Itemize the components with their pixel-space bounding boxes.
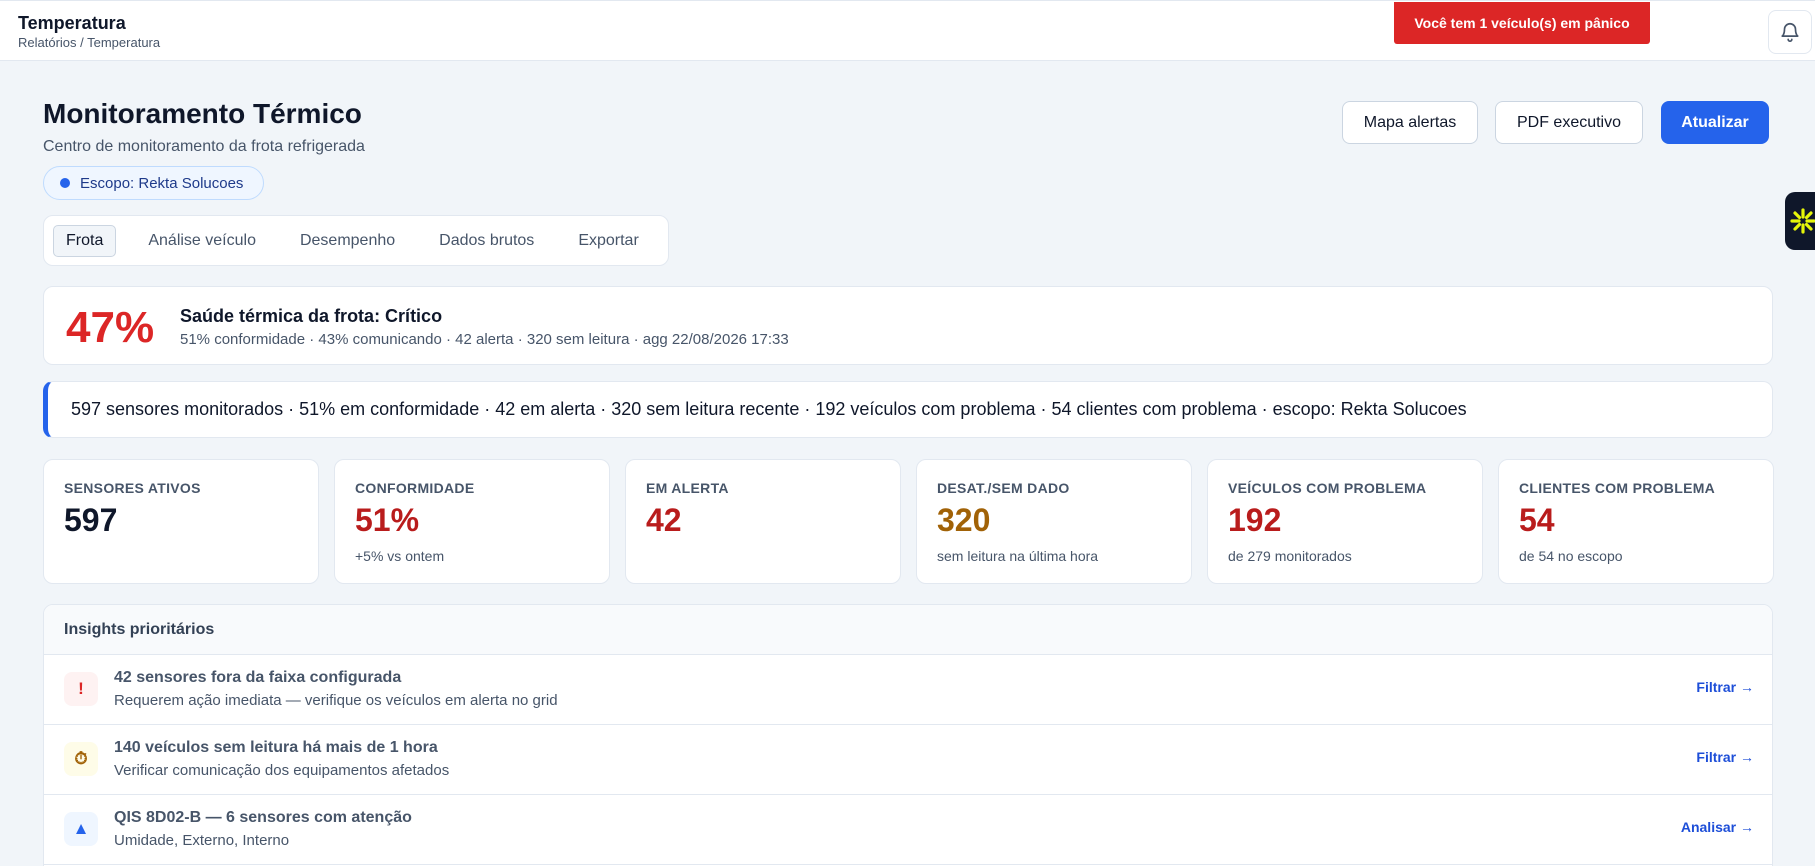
assistant-widget-button[interactable]	[1785, 192, 1815, 250]
insight-description: Umidade, Externo, Interno	[114, 832, 290, 849]
kpi-sub: +5% vs ontem	[355, 548, 445, 564]
refresh-button[interactable]: Atualizar	[1661, 101, 1769, 144]
tab-bar: Frota Análise veículo Desempenho Dados b…	[43, 215, 669, 266]
kpi-card-vehicles-problem[interactable]: VEÍCULOS COM PROBLEMA 192 de 279 monitor…	[1207, 459, 1483, 584]
kpi-value: 42	[646, 502, 682, 538]
insight-analyze-link[interactable]: Analisar →	[1681, 819, 1754, 835]
insight-filter-link[interactable]: Filtrar →	[1696, 749, 1754, 765]
kpi-label: DESAT./SEM DADO	[937, 480, 1070, 496]
scope-badge[interactable]: Escopo: Rekta Solucoes	[43, 166, 265, 200]
sparkle-icon	[1790, 208, 1815, 234]
fleet-health-card: 47% Saúde térmica da frota: Crítico 51% …	[43, 286, 1773, 365]
kpi-value: 597	[64, 502, 118, 538]
kpi-card-no-data[interactable]: DESAT./SEM DADO 320 sem leitura na últim…	[916, 459, 1192, 584]
insight-title: 140 veículos sem leitura há mais de 1 ho…	[114, 739, 438, 756]
app-title: Temperatura	[18, 13, 126, 33]
insights-panel: Insights prioritários ! 42 sensores fora…	[43, 604, 1773, 866]
kpi-sub: sem leitura na última hora	[937, 548, 1099, 564]
kpi-label: CONFORMIDADE	[355, 480, 475, 496]
insight-description: Requerem ação imediata — verifique os ve…	[114, 692, 558, 709]
map-alerts-button[interactable]: Mapa alertas	[1342, 101, 1478, 144]
health-title: Saúde térmica da frota: Crítico	[180, 306, 443, 326]
kpi-value: 320	[937, 502, 991, 538]
kpi-card-in-alert[interactable]: EM ALERTA 42	[625, 459, 901, 584]
insight-row: ▲ QIS 8D02-B — 6 sensores com atenção Um…	[44, 795, 1772, 865]
kpi-value: 51%	[355, 502, 420, 538]
health-details: 51% conformidade · 43% comunicando · 42 …	[180, 331, 789, 348]
insight-description: Verificar comunicação dos equipamentos a…	[114, 762, 450, 779]
kpi-card-clients-problem[interactable]: CLIENTES COM PROBLEMA 54 de 54 no escopo	[1498, 459, 1774, 584]
tab-frota[interactable]: Frota	[53, 224, 117, 257]
kpi-sub: de 54 no escopo	[1519, 548, 1623, 564]
kpi-card-active-sensors[interactable]: SENSORES ATIVOS 597	[43, 459, 319, 584]
tab-analise-veiculo[interactable]: Análise veículo	[136, 226, 268, 256]
tab-exportar[interactable]: Exportar	[566, 226, 650, 256]
breadcrumb[interactable]: Relatórios / Temperatura	[18, 35, 160, 50]
kpi-value: 54	[1519, 502, 1555, 538]
insight-filter-link[interactable]: Filtrar →	[1696, 679, 1754, 695]
kpi-sub: de 279 monitorados	[1228, 548, 1352, 564]
kpi-label: EM ALERTA	[646, 480, 729, 496]
stopwatch-icon: ⏱	[64, 742, 98, 776]
top-bar: Temperatura Relatórios / Temperatura Voc…	[0, 0, 1815, 61]
exclamation-icon: !	[64, 672, 98, 706]
insight-title: 42 sensores fora da faixa configurada	[114, 669, 402, 686]
insight-row: ⏱ 140 veículos sem leitura há mais de 1 …	[44, 725, 1772, 795]
page-subtitle: Centro de monitoramento da frota refrige…	[43, 138, 365, 155]
scope-label: Escopo: Rekta Solucoes	[80, 174, 244, 192]
scope-dot-icon	[60, 178, 70, 188]
notifications-button[interactable]	[1768, 10, 1812, 54]
tab-desempenho[interactable]: Desempenho	[288, 226, 407, 256]
pdf-executive-button[interactable]: PDF executivo	[1495, 101, 1643, 144]
kpi-label: VEÍCULOS COM PROBLEMA	[1228, 480, 1427, 496]
kpi-label: CLIENTES COM PROBLEMA	[1519, 480, 1716, 496]
tab-dados-brutos[interactable]: Dados brutos	[427, 226, 546, 256]
bell-icon	[1781, 23, 1799, 42]
page-title: Monitoramento Térmico	[43, 98, 362, 129]
triangle-up-icon: ▲	[64, 812, 98, 846]
insight-title: QIS 8D02-B — 6 sensores com atenção	[114, 809, 412, 826]
panic-alert-banner[interactable]: Você tem 1 veículo(s) em pânico	[1394, 2, 1650, 44]
insight-row: ! 42 sensores fora da faixa configurada …	[44, 655, 1772, 725]
kpi-label: SENSORES ATIVOS	[64, 480, 201, 496]
insights-title: Insights prioritários	[44, 605, 1772, 655]
kpi-value: 192	[1228, 502, 1282, 538]
kpi-card-compliance[interactable]: CONFORMIDADE 51% +5% vs ontem	[334, 459, 610, 584]
summary-banner: 597 sensores monitorados · 51% em confor…	[43, 381, 1773, 438]
health-percent: 47%	[66, 303, 155, 352]
